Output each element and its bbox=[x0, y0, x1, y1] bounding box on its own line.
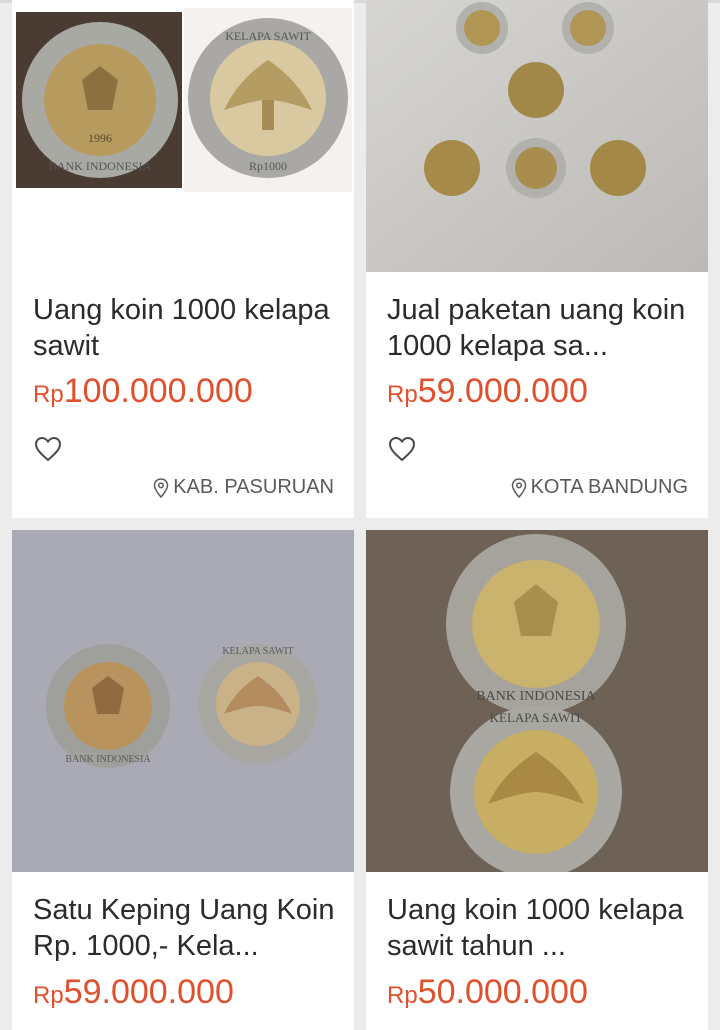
listing-title[interactable]: Uang koin 1000 kelapa sawit tahun ... bbox=[387, 892, 692, 964]
heart-outline-icon[interactable] bbox=[34, 436, 62, 462]
location-label: KAB. PASURUAN bbox=[173, 476, 334, 498]
location-pin-icon bbox=[153, 477, 169, 498]
listing-price: Rp59.000.000 bbox=[33, 973, 234, 1012]
price-currency: Rp bbox=[33, 982, 64, 1009]
listing-grid: BANK INDONESIA 1996 KELAPA SAWIT Rp1000 … bbox=[0, 0, 720, 1030]
coin-year-text: 1996 bbox=[88, 131, 112, 145]
coin-reverse-text: KELAPA SAWIT bbox=[490, 710, 583, 725]
listing-image[interactable]: BANK INDONESIA 1996 KELAPA SAWIT Rp1000 bbox=[12, 0, 354, 272]
price-currency: Rp bbox=[387, 982, 418, 1009]
listing-title[interactable]: Satu Keping Uang Koin Rp. 1000,- Kela... bbox=[33, 892, 338, 964]
price-currency: Rp bbox=[33, 381, 64, 408]
coin-value-text: Rp1000 bbox=[249, 159, 287, 173]
location-label: KOTA BANDUNG bbox=[530, 476, 688, 498]
price-amount: 59.000.000 bbox=[63, 973, 234, 1011]
coin-obverse-text: BANK INDONESIA bbox=[65, 754, 151, 765]
listing-image[interactable]: BANK INDONESIA KELAPA SAWIT bbox=[12, 530, 354, 872]
listing-title[interactable]: Uang koin 1000 kelapa sawit bbox=[33, 292, 338, 364]
coin-obverse-text: BANK INDONESIA bbox=[49, 159, 152, 173]
coin-obverse-text: BANK INDONESIA bbox=[476, 689, 596, 704]
listing-card[interactable]: BANK INDONESIA 1996 KELAPA SAWIT Rp1000 … bbox=[12, 0, 354, 518]
listing-title[interactable]: Jual paketan uang koin 1000 kelapa sa... bbox=[387, 292, 692, 364]
listing-price: Rp59.000.000 bbox=[387, 372, 588, 411]
coin-reverse-text: KELAPA SAWIT bbox=[222, 646, 293, 657]
coin-reverse-text: KELAPA SAWIT bbox=[225, 29, 311, 43]
price-amount: 50.000.000 bbox=[417, 973, 588, 1011]
listing-price: Rp50.000.000 bbox=[387, 973, 588, 1012]
listing-location: KOTA BANDUNG bbox=[511, 476, 688, 499]
price-currency: Rp bbox=[387, 381, 418, 408]
listing-card[interactable]: Jual paketan uang koin 1000 kelapa sa...… bbox=[366, 0, 708, 518]
listing-image[interactable] bbox=[366, 0, 708, 272]
listing-price: Rp100.000.000 bbox=[33, 372, 253, 411]
price-amount: 59.000.000 bbox=[417, 372, 588, 410]
price-amount: 100.000.000 bbox=[63, 372, 253, 410]
listing-card[interactable]: BANK INDONESIA KELAPA SAWIT Satu Keping … bbox=[12, 530, 354, 1030]
listing-image[interactable]: BANK INDONESIA KELAPA SAWIT bbox=[366, 530, 708, 872]
listing-location: KAB. PASURUAN bbox=[153, 476, 334, 499]
listing-card[interactable]: BANK INDONESIA KELAPA SAWIT Uang koin 10… bbox=[366, 530, 708, 1030]
heart-outline-icon[interactable] bbox=[388, 436, 416, 462]
location-pin-icon bbox=[511, 477, 526, 498]
